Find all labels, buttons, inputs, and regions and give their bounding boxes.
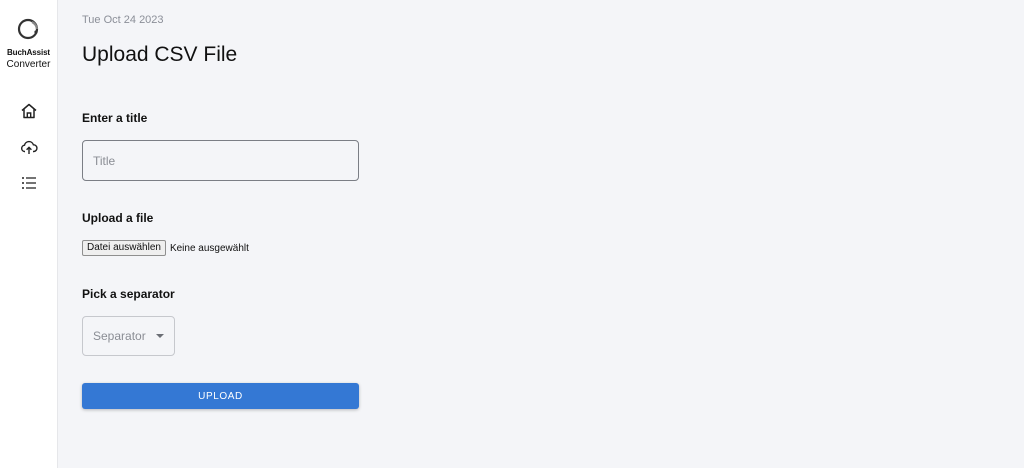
file-picker: Datei auswählen Keine ausgewählt	[82, 240, 249, 256]
home-icon	[21, 103, 36, 119]
title-input[interactable]	[82, 140, 359, 181]
list-icon	[21, 177, 36, 189]
cloud-upload-icon	[20, 140, 38, 154]
upload-button[interactable]: UPLOAD	[82, 383, 359, 409]
file-status-text: Keine ausgewählt	[169, 242, 249, 254]
separator-placeholder: Separator	[93, 329, 146, 343]
sidebar-item-list[interactable]	[18, 172, 40, 194]
sidebar-item-home[interactable]	[18, 100, 40, 122]
brand-subtitle: Converter	[6, 59, 51, 70]
separator-label: Pick a separator	[82, 287, 175, 301]
choose-file-button[interactable]: Datei auswählen	[82, 240, 166, 256]
separator-select[interactable]: Separator	[82, 316, 175, 356]
current-date: Tue Oct 24 2023	[82, 14, 164, 26]
app-logo-icon	[17, 18, 38, 40]
title-label: Enter a title	[82, 111, 148, 125]
file-label: Upload a file	[82, 211, 154, 225]
sidebar: BuchAssist Converter	[0, 0, 58, 468]
sidebar-item-upload[interactable]	[18, 136, 40, 158]
chevron-down-icon	[156, 334, 164, 338]
brand-name: BuchAssist	[6, 48, 50, 57]
page-title: Upload CSV File	[82, 43, 238, 66]
